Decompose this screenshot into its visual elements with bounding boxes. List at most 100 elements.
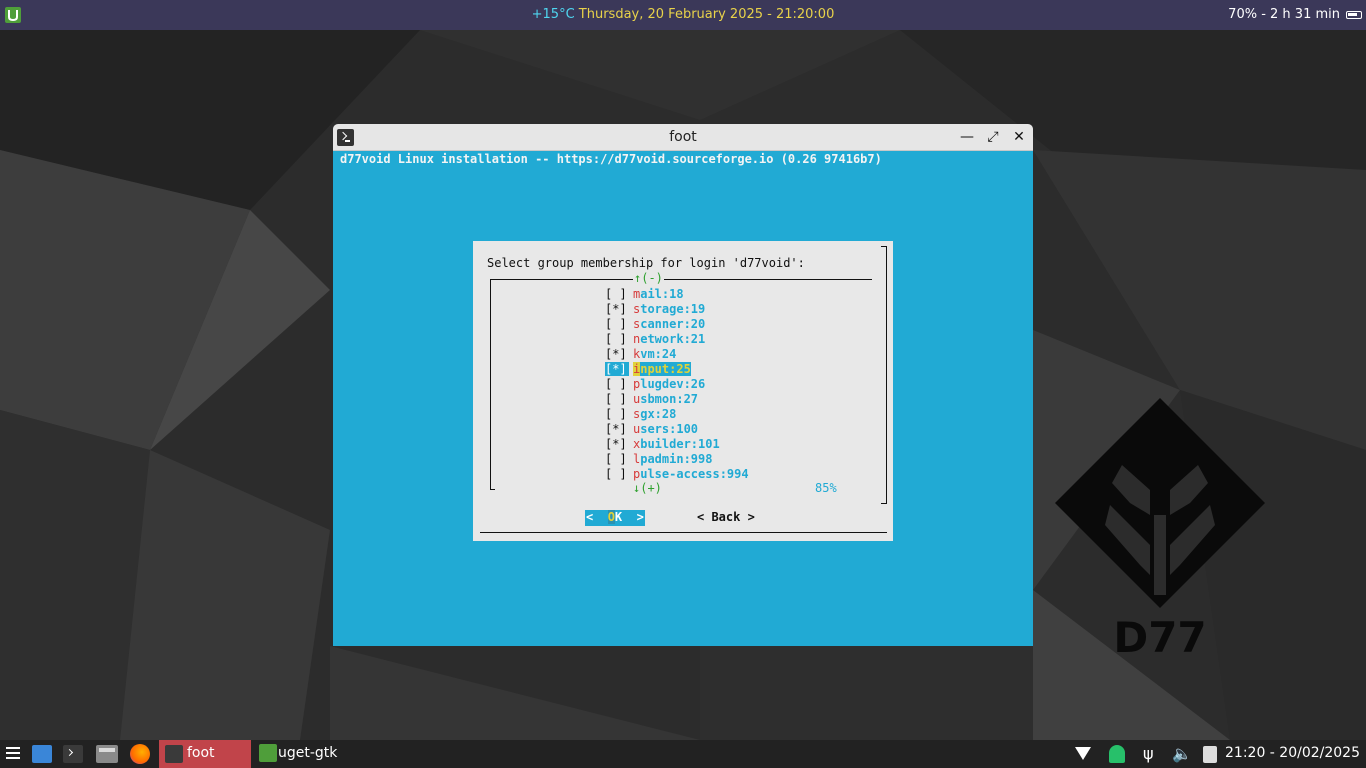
window-titlebar[interactable]: foot — ⤢ ✕ [333,124,1033,151]
group-checkbox[interactable]: [ ] [605,467,629,481]
group-label-text: ail:18 [640,287,684,301]
group-label: xbuilder:101 [633,437,720,451]
group-label: kvm:24 [633,347,676,361]
group-checkbox[interactable]: [*] [605,422,629,436]
clock-weather[interactable]: +15°C Thursday, 20 February 2025 - 21:20… [0,7,1366,22]
group-item[interactable]: [*] input:25 [605,362,691,377]
group-label: usbmon:27 [633,392,698,406]
scroll-up-indicator: ↑(-) [633,271,664,285]
group-label: sgx:28 [633,407,676,421]
group-item[interactable]: [ ] plugdev:26 [605,377,705,392]
group-item[interactable]: [ ] usbmon:27 [605,392,698,407]
group-checkbox[interactable]: [ ] [605,452,629,466]
logo-text: D77 [1113,613,1206,660]
group-item[interactable]: [ ] mail:18 [605,287,684,302]
usb-icon[interactable]: ψ [1143,744,1154,768]
list-border [490,489,495,490]
group-label: storage:19 [633,302,705,316]
wifi-icon[interactable] [1075,747,1091,760]
battery-status[interactable]: 70% - 2 h 31 min [1228,7,1340,22]
group-label: scanner:20 [633,317,705,331]
dialog-prompt: Select group membership for login 'd77vo… [487,256,805,270]
ok-button-left: < [586,510,608,524]
group-label-text: nput:25 [640,362,691,376]
clipboard-icon[interactable] [1203,746,1217,763]
uget-icon [259,744,277,762]
ok-button-hotkey: O [607,510,615,524]
top-panel: +15°C Thursday, 20 February 2025 - 21:20… [0,0,1366,30]
group-checkbox[interactable]: [*] [605,302,629,316]
window-title: foot [669,129,697,145]
group-label-text: vm:24 [640,347,677,361]
maximize-button[interactable]: ⤢ [984,128,1002,146]
taskbar: foot uget-gtk ψ 🔈 21:20 - 20/02/2025 [0,740,1366,768]
group-label: plugdev:26 [633,377,705,391]
task-foot[interactable]: foot [159,740,251,768]
volume-icon[interactable]: 🔈 [1172,744,1192,768]
group-item[interactable]: [*] users:100 [605,422,698,437]
group-label: lpadmin:998 [633,452,712,466]
group-label: network:21 [633,332,705,346]
dialog-edge [886,246,887,504]
minimize-button[interactable]: — [958,128,976,146]
ok-button[interactable]: < OK > [585,510,645,526]
scroll-down-indicator: ↓(+) [633,481,662,495]
group-label-text: canner:20 [640,317,706,331]
back-button[interactable]: < Back > [697,510,755,526]
installer-header: d77void Linux installation -- https://d7… [340,152,882,166]
close-button[interactable]: ✕ [1010,128,1028,146]
terminal-launcher-icon[interactable] [63,745,83,763]
datetime-text: Thursday, 20 February 2025 - 21:20:00 [578,7,835,22]
group-checkbox[interactable]: [*] [605,437,629,451]
terminal-icon [165,745,183,763]
group-item[interactable]: [ ] scanner:20 [605,317,705,332]
group-item[interactable]: [ ] network:21 [605,332,705,347]
task-uget-gtk[interactable]: uget-gtk [256,740,346,768]
group-checkbox[interactable]: [ ] [605,377,629,391]
taskbar-clock[interactable]: 21:20 - 20/02/2025 [1225,745,1360,761]
list-border [490,279,491,490]
terminal-area[interactable]: d77void Linux installation -- https://d7… [333,151,1033,646]
foot-terminal-window: foot — ⤢ ✕ d77void Linux installation --… [333,124,1033,646]
task-label: foot [187,745,215,761]
ok-button-rest: K > [614,510,644,524]
group-label-text: padmin:998 [640,452,713,466]
group-checkbox[interactable]: [ ] [605,392,629,406]
scroll-percent: 85% [815,481,837,495]
group-label-text: torage:19 [640,302,706,316]
group-checkbox[interactable]: [ ] [605,332,629,346]
group-label-text: ulse-access:994 [640,467,749,481]
group-label-text: sbmon:27 [640,392,699,406]
dialog-edge [881,246,886,247]
file-manager-icon[interactable] [96,745,118,763]
group-label-text: gx:28 [640,407,677,421]
group-label-text: etwork:21 [640,332,706,346]
dialog-edge [480,532,887,533]
show-desktop-icon[interactable] [32,745,52,763]
weather-text: +15°C [531,7,575,22]
group-checkbox[interactable]: [ ] [605,407,629,421]
group-checkbox[interactable]: [ ] [605,317,629,331]
group-item[interactable]: [*] xbuilder:101 [605,437,720,452]
group-checkbox[interactable]: [*] [605,347,629,361]
list-border [490,279,872,280]
task-label: uget-gtk [278,745,338,761]
group-label: mail:18 [633,287,684,301]
group-item[interactable]: [*] storage:19 [605,302,705,317]
group-label-text: sers:100 [640,422,699,436]
group-label: pulse-access:994 [633,467,749,481]
ghost-tray-icon[interactable] [1109,745,1125,763]
group-checklist[interactable]: ↑(-) [ ] mail:18 [*] storage:19 [ ] scanner:2… [490,271,872,495]
firefox-icon[interactable] [130,744,150,764]
group-label: users:100 [633,422,698,436]
group-checkbox[interactable]: [ ] [605,287,629,301]
menu-icon[interactable] [6,747,20,761]
group-item[interactable]: [ ] lpadmin:998 [605,452,712,467]
group-checkbox[interactable]: [*] [605,362,629,376]
group-item[interactable]: [ ] sgx:28 [605,407,676,422]
d77-logo: D77 [1055,398,1265,660]
group-membership-dialog: Select group membership for login 'd77vo… [473,241,893,541]
group-item[interactable]: [ ] pulse-access:994 [605,467,749,482]
dialog-edge [881,503,886,504]
group-item[interactable]: [*] kvm:24 [605,347,676,362]
